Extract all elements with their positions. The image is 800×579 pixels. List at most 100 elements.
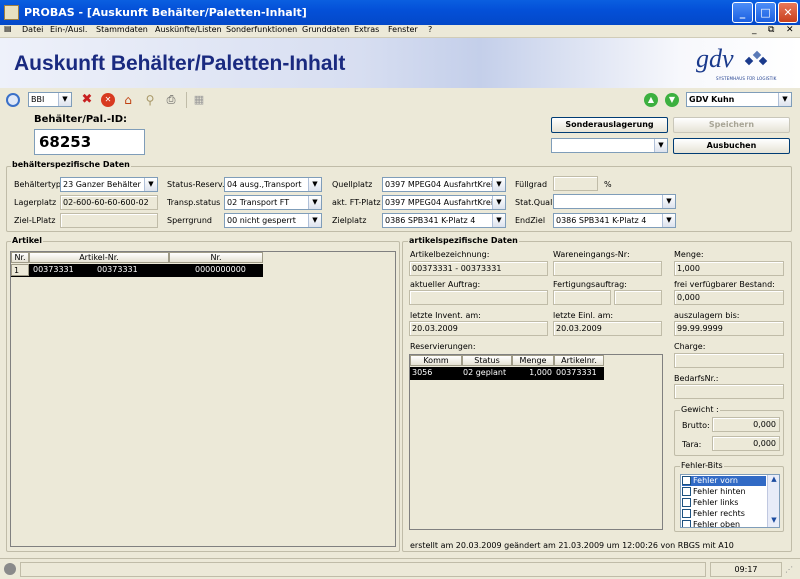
- frei-label: frei verfügbarer Bestand:: [674, 280, 775, 289]
- doc-icon: ▤: [4, 24, 12, 33]
- menu-stammdaten[interactable]: Stammdaten: [96, 25, 148, 34]
- einl-field: 20.03.2009: [553, 321, 662, 336]
- tara-label: Tara:: [682, 440, 702, 449]
- artikel-grid[interactable]: Nr. Artikel-Nr. Nr. 1 00373331 00373331 …: [10, 251, 396, 547]
- fehler-item-0[interactable]: Fehler vorn: [682, 476, 766, 486]
- banner: Auskunft Behälter/Paletten-Inhalt gdv SY…: [0, 38, 800, 88]
- endziel-label: EndZiel: [515, 216, 546, 225]
- minimize-button[interactable]: _: [732, 2, 753, 23]
- print-icon[interactable]: ⎙: [164, 93, 178, 107]
- ziel-lplatz-label: Ziel-LPlatz: [14, 216, 56, 225]
- menge-field: 1,000: [674, 261, 784, 276]
- toolbar: BBI ▼ ✖ ✕ ⌂ ⚲ ⎙ ▦ ▲ ▼ GDV Kuhn ▼: [0, 88, 800, 112]
- fehler-item-3[interactable]: Fehler rechts: [682, 509, 745, 519]
- menu-grunddaten[interactable]: Grunddaten: [302, 25, 350, 34]
- bez-field: 00373331 - 00373331: [409, 261, 548, 276]
- quellplatz-select[interactable]: 0397 MPEG04 AusfahrtKreis ▼: [382, 177, 506, 192]
- wareneingang-label: Wareneingangs-Nr:: [553, 250, 630, 259]
- status-res-label: Status-Reserv.: [167, 180, 225, 189]
- user-select[interactable]: GDV Kuhn ▼: [686, 92, 792, 107]
- title-bar: PROBAS - [Auskunft Behälter/Paletten-Inh…: [0, 0, 800, 25]
- menu-extras[interactable]: Extras: [354, 25, 379, 34]
- table-row[interactable]: 3056 02 geplant 1,000 00373331: [410, 367, 604, 380]
- menu-fenster[interactable]: Fenster: [388, 25, 418, 34]
- scroll-down-icon[interactable]: ▼: [768, 516, 779, 527]
- sonderauslagerung-button[interactable]: Sonderauslagerung: [551, 117, 668, 133]
- frei-field: 0,000: [674, 290, 784, 305]
- fehler-list[interactable]: Fehler vorn Fehler hinten Fehler links F…: [680, 474, 780, 528]
- akt-ft-select[interactable]: 0397 MPEG04 AusfahrtKreis ▼: [382, 195, 506, 210]
- zielplatz-select[interactable]: 0386 SPB341 K-Platz 4 ▼: [382, 213, 506, 228]
- close-button[interactable]: ✕: [778, 2, 798, 23]
- row-artikel2: 00373331: [97, 265, 138, 274]
- grid-icon[interactable]: ▦: [192, 93, 206, 107]
- bedarfs-label: BedarfsNr.:: [674, 374, 719, 383]
- res-col-artikelnr[interactable]: Artikelnr.: [554, 355, 604, 366]
- status-panel: [20, 562, 706, 577]
- stat-qual-select[interactable]: ▼: [553, 194, 676, 209]
- home-icon[interactable]: ⌂: [121, 93, 135, 107]
- status-res-select[interactable]: 04 ausg.,Transport ▼: [224, 177, 322, 192]
- refresh-icon[interactable]: [6, 93, 20, 107]
- row-number: 1: [11, 264, 29, 276]
- cancel-icon[interactable]: ✕: [101, 93, 115, 107]
- menu-bar: ▤ Datei Ein-/Ausl. Stammdaten Auskünfte/…: [0, 24, 800, 38]
- delete-icon[interactable]: ✖: [80, 93, 94, 107]
- menu-ein-ausl[interactable]: Ein-/Ausl.: [50, 25, 87, 34]
- id-input[interactable]: 68253: [34, 129, 145, 155]
- sperrgrund-select[interactable]: 00 nicht gesperrt ▼: [224, 213, 322, 228]
- zielplatz-label: Zielplatz: [332, 216, 367, 225]
- fert-field-2: [614, 290, 662, 305]
- status-icon: [4, 563, 16, 575]
- search-icon[interactable]: ⚲: [143, 93, 157, 107]
- artikel-col-artikelnr[interactable]: Artikel-Nr.: [29, 252, 169, 263]
- mdi-minimize-button[interactable]: _: [752, 25, 757, 35]
- maximize-button[interactable]: □: [755, 2, 776, 23]
- res-col-status[interactable]: Status: [462, 355, 512, 366]
- res-komm: 3056: [412, 368, 433, 377]
- window-title: PROBAS - [Auskunft Behälter/Paletten-Inh…: [24, 6, 307, 19]
- menu-help[interactable]: ?: [428, 25, 432, 34]
- arrow-down-icon[interactable]: ▼: [665, 93, 679, 107]
- toolbar-divider: [186, 92, 187, 108]
- scroll-up-icon[interactable]: ▲: [768, 475, 779, 486]
- endziel-select[interactable]: 0386 SPB341 K-Platz 4 ▼: [553, 213, 676, 228]
- logo-subtitle: SYSTEMHAUS FÜR LOGISTIK: [716, 76, 777, 81]
- sperrgrund-label: Sperrgrund: [167, 216, 212, 225]
- behaeltertyp-label: Behältertyp: [14, 180, 61, 189]
- stat-qual-label: Stat.Qual.: [515, 198, 555, 207]
- mode-select[interactable]: BBI ▼: [28, 92, 72, 107]
- transp-status-label: Transp.status: [167, 198, 221, 207]
- menu-datei[interactable]: Datei: [22, 25, 43, 34]
- action-select[interactable]: ▼: [551, 138, 668, 153]
- artikel-group-title: Artikel: [11, 236, 43, 245]
- transp-status-select[interactable]: 02 Transport FT ▼: [224, 195, 322, 210]
- status-time: 09:17: [710, 562, 782, 577]
- brutto-label: Brutto:: [682, 421, 710, 430]
- res-col-komm[interactable]: Komm: [410, 355, 462, 366]
- ausbuchen-button[interactable]: Ausbuchen: [673, 138, 790, 154]
- mdi-close-button[interactable]: ✕: [786, 25, 794, 35]
- invent-label: letzte Invent. am:: [410, 311, 481, 320]
- company-logo: gdv SYSTEMHAUS FÜR LOGISTIK: [694, 44, 778, 82]
- artikel-col-nr2[interactable]: Nr.: [169, 252, 263, 263]
- artikel-col-nr[interactable]: Nr.: [11, 252, 29, 263]
- fehler-item-4[interactable]: Fehler oben: [682, 520, 740, 527]
- res-col-menge[interactable]: Menge: [512, 355, 554, 366]
- fehler-item-2[interactable]: Fehler links: [682, 498, 738, 508]
- arrow-up-icon[interactable]: ▲: [644, 93, 658, 107]
- menu-sonderfunktionen[interactable]: Sonderfunktionen: [226, 25, 297, 34]
- resize-grip-icon[interactable]: ⋰: [785, 565, 793, 574]
- reservierungen-grid[interactable]: Komm Status Menge Artikelnr. 3056 02 gep…: [409, 354, 663, 530]
- tara-field: 0,000: [712, 436, 780, 451]
- behaeltertyp-select[interactable]: 23 Ganzer Behälter N ▼: [60, 177, 158, 192]
- speichern-button[interactable]: Speichern: [673, 117, 790, 133]
- charge-label: Charge:: [674, 342, 706, 351]
- mdi-restore-button[interactable]: ⧉: [768, 25, 774, 35]
- table-row[interactable]: 1 00373331 00373331 0000000000: [11, 264, 263, 277]
- fehler-scrollbar[interactable]: ▲ ▼: [767, 475, 779, 527]
- menu-auskuenfte[interactable]: Auskünfte/Listen: [155, 25, 222, 34]
- fuellgrad-unit: %: [604, 180, 612, 189]
- fehler-item-1[interactable]: Fehler hinten: [682, 487, 746, 497]
- logo-text: gdv: [696, 44, 734, 73]
